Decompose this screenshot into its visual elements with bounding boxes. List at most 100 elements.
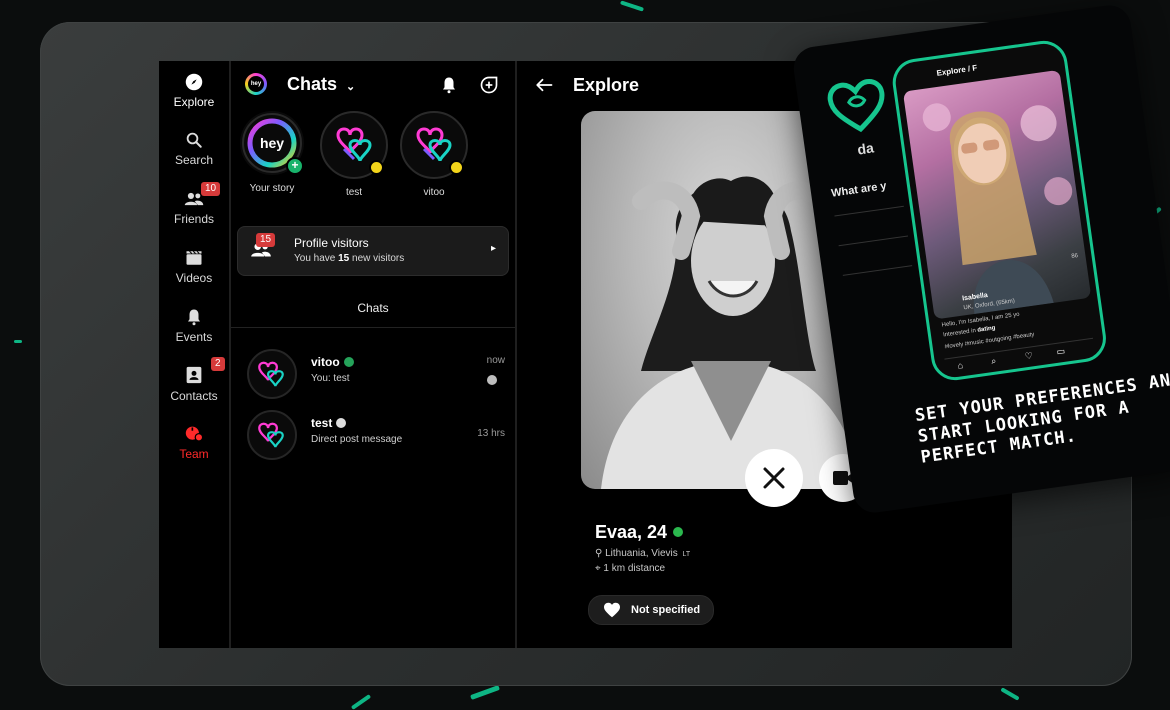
story-label: vitoo	[423, 187, 445, 198]
chats-panel: hey Chats ⌄ hey + Your story test vitoo …	[231, 61, 517, 648]
phone-profile-photo	[902, 69, 1092, 320]
story-your-story[interactable]: hey + Your story	[237, 111, 307, 194]
chat-list-item[interactable]: test Direct post message 13 hrs	[231, 406, 515, 462]
chats-title[interactable]: Chats ⌄	[287, 74, 355, 95]
chat-name: test	[311, 416, 347, 430]
sidebar-item-events[interactable]: Events	[159, 308, 229, 344]
status-away-dot	[369, 160, 384, 175]
dislike-button[interactable]	[745, 449, 803, 507]
svg-text:hey: hey	[260, 135, 284, 151]
phone-likes: 86	[1071, 253, 1079, 260]
app-logo: hey	[245, 73, 267, 95]
profile-visitors-card[interactable]: 15 Profile visitors You have 15 new visi…	[237, 226, 509, 276]
sidebar-item-search[interactable]: Search	[159, 131, 229, 167]
profile-name: Evaa, 24	[595, 522, 684, 543]
sidebar: Explore Search Friends 10 Videos Events …	[159, 61, 231, 648]
team-icon	[185, 426, 204, 442]
chat-name: vitoo	[311, 355, 354, 369]
story-avatar	[320, 111, 388, 179]
promo-divider	[838, 235, 909, 247]
heart-logo-icon	[827, 79, 885, 133]
chat-avatar	[247, 410, 297, 460]
sidebar-item-videos[interactable]: Videos	[159, 249, 229, 285]
app-logo-text: hey	[248, 76, 264, 92]
add-story-icon[interactable]: +	[286, 157, 304, 175]
new-chat-icon[interactable]	[479, 75, 499, 95]
promo-tagline: SET YOUR PREFERENCES AND START LOOKING F…	[913, 368, 1170, 468]
search-icon	[186, 132, 202, 148]
heart-outline-icon: ♡	[1024, 350, 1034, 362]
sidebar-item-label: Events	[175, 330, 213, 344]
compass-icon	[185, 73, 203, 91]
sidebar-item-label: Contacts	[170, 389, 218, 403]
sidebar-item-team[interactable]: Team	[159, 425, 229, 461]
sidebar-item-label: Team	[179, 447, 209, 461]
sidebar-item-label: Search	[174, 153, 214, 167]
profile-distance: ⌖ 1 km distance	[595, 563, 666, 574]
story-label: test	[345, 187, 363, 198]
chat-list-item[interactable]: vitoo You: test now	[231, 345, 515, 401]
visitors-badge: 15	[256, 233, 276, 247]
chevron-down-icon: ⌄	[346, 81, 356, 93]
country-code: LT	[682, 551, 691, 558]
promo-divider	[842, 265, 913, 276]
promo-divider	[834, 205, 904, 217]
chat-avatar	[247, 349, 297, 399]
background-speck	[619, 0, 645, 12]
chat-time: 13 hrs	[477, 428, 505, 439]
location-pin-icon: ⚲	[595, 548, 603, 559]
clapperboard-icon	[186, 250, 202, 265]
background-speck	[14, 340, 22, 343]
story-test[interactable]: test	[319, 111, 389, 198]
back-arrow-icon[interactable]	[535, 77, 553, 93]
sidebar-item-friends[interactable]: Friends 10	[159, 182, 229, 226]
preference-label: Not specified	[631, 604, 701, 616]
background-speck	[1000, 687, 1020, 701]
story-avatar	[400, 111, 468, 179]
promo-card: da What are y Explore / F Isabella UK, O…	[790, 2, 1170, 516]
chats-title-label: Chats	[287, 74, 338, 94]
heart-icon	[604, 602, 620, 618]
read-check-icon	[487, 375, 497, 385]
visitors-subtitle: You have 15 new visitors	[294, 253, 405, 264]
background-speck	[350, 694, 372, 710]
chat-time: now	[486, 355, 505, 366]
background-speck	[470, 685, 500, 700]
preference-chip: Not specified	[588, 595, 714, 625]
explore-title: Explore	[573, 75, 640, 95]
sidebar-item-label: Friends	[173, 212, 214, 226]
profile-location: ⚲ Lithuania, Vievis LT	[595, 548, 691, 559]
sidebar-item-label: Explore	[173, 95, 215, 109]
chats-divider	[231, 327, 515, 328]
phone-mockup: Explore / F Isabella UK, Oxford, (65km) …	[889, 37, 1110, 384]
notifications-bell-icon[interactable]	[440, 76, 458, 94]
chats-section-label: Chats	[357, 301, 389, 315]
close-icon	[763, 467, 785, 489]
chat-last-message: You: test	[311, 373, 350, 384]
puzzle-heart-avatar-icon	[258, 361, 284, 387]
chat-last-message: Direct post message	[311, 434, 403, 445]
verified-badge-icon	[343, 357, 354, 367]
friends-badge: 10	[201, 182, 221, 196]
story-label: Your story	[249, 183, 295, 194]
promo-brand: da	[856, 139, 875, 158]
chevron-right-icon: ▸	[490, 243, 496, 254]
story-vitoo[interactable]: vitoo	[399, 111, 469, 198]
target-icon: ⌖	[595, 563, 601, 574]
phone-photo-image	[922, 103, 1073, 314]
sidebar-item-label: Videos	[175, 271, 213, 285]
puzzle-heart-avatar-icon	[258, 422, 284, 448]
bell-icon	[188, 309, 200, 326]
sidebar-item-explore[interactable]: Explore	[159, 73, 229, 109]
home-icon: ⌂	[956, 360, 964, 371]
online-status-dot	[673, 527, 684, 537]
search-icon: ⌕	[990, 355, 997, 367]
story-avatar: hey +	[240, 111, 304, 175]
video-icon: ▭	[1055, 345, 1066, 357]
promo-question: What are y	[830, 180, 888, 200]
verified-badge-icon	[336, 418, 347, 428]
contacts-badge: 2	[211, 357, 225, 371]
status-away-dot	[449, 160, 464, 175]
phone-title: Explore / F	[936, 63, 978, 78]
sidebar-item-contacts[interactable]: Contacts 2	[159, 357, 229, 403]
